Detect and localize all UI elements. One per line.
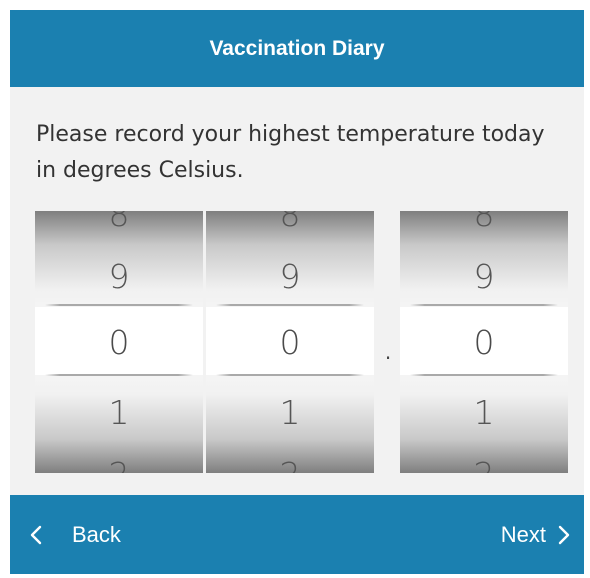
wheel-digit[interactable]: 2 (206, 455, 374, 473)
wheel-digit-selected[interactable]: 0 (35, 323, 203, 363)
wheel-digit[interactable]: 2 (400, 455, 568, 473)
wheel-digit[interactable]: 1 (400, 393, 568, 433)
digit-wheel-tens[interactable]: 8 9 0 1 2 (35, 211, 203, 473)
wheel-digit[interactable]: 8 (400, 211, 568, 235)
wheel-digit[interactable]: 9 (35, 257, 203, 297)
wheel-digit[interactable]: 1 (35, 393, 203, 433)
wheel-digit[interactable]: 2 (35, 455, 203, 473)
selection-divider-bottom (216, 374, 364, 376)
wheel-digit-selected[interactable]: 0 (400, 323, 568, 363)
digit-wheel-ones[interactable]: 8 9 0 1 2 (206, 211, 374, 473)
back-label: Back (72, 521, 121, 547)
next-button[interactable]: Next (501, 495, 570, 574)
app-header: Vaccination Diary (10, 10, 584, 87)
selection-divider-bottom (410, 374, 558, 376)
wheel-digit[interactable]: 8 (35, 211, 203, 235)
wheel-digit[interactable]: 9 (400, 257, 568, 297)
selection-divider-top (410, 304, 558, 306)
selection-divider-top (216, 304, 364, 306)
wheel-digit[interactable]: 9 (206, 257, 374, 297)
wheel-digit[interactable]: 8 (206, 211, 374, 235)
nav-footer: Back Next (10, 495, 584, 574)
selection-divider-top (45, 304, 193, 306)
question-text: Please record your highest temperature t… (36, 122, 545, 183)
decimal-separator: . (384, 340, 392, 364)
wheel-digit[interactable]: 1 (206, 393, 374, 433)
selection-divider-bottom (45, 374, 193, 376)
chevron-left-icon (30, 525, 42, 545)
chevron-right-icon (558, 525, 570, 545)
app-frame: Vaccination Diary Please record your hig… (10, 10, 584, 574)
back-button[interactable]: Back (30, 495, 121, 574)
next-label: Next (500, 521, 546, 547)
wheel-digit-selected[interactable]: 0 (206, 323, 374, 363)
digit-wheel-tenths[interactable]: 8 9 0 1 2 (400, 211, 568, 473)
page-title: Vaccination Diary (209, 36, 385, 60)
